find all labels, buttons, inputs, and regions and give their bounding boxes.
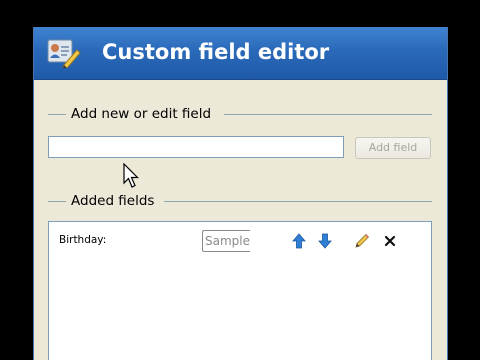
add-field-button[interactable]: Add field — [355, 137, 431, 159]
add-section-heading: Add new or edit field — [71, 106, 212, 122]
field-name-input[interactable] — [48, 136, 344, 158]
edit-pencil-icon[interactable] — [354, 233, 370, 249]
list-item: Birthday: Sample — [49, 222, 431, 262]
section-divider-right — [224, 114, 432, 115]
added-fields-heading: Added fields — [71, 193, 155, 209]
delete-x-icon[interactable] — [382, 233, 398, 249]
added-fields-list: Birthday: Sample — [48, 221, 432, 360]
section-divider-right — [164, 201, 432, 202]
section-divider-left — [48, 201, 66, 202]
title-bar: Custom field editor — [34, 27, 447, 80]
window-title: Custom field editor — [102, 40, 330, 64]
contact-card-edit-icon — [47, 39, 81, 68]
custom-field-editor-window: Custom field editor Add new or edit fiel… — [33, 27, 448, 360]
mouse-pointer-icon — [123, 163, 139, 188]
move-up-icon[interactable] — [291, 233, 307, 249]
section-divider-left — [48, 114, 66, 115]
field-label: Birthday: — [59, 234, 107, 246]
move-down-icon[interactable] — [317, 233, 333, 249]
sample-text: Sample — [205, 234, 250, 248]
field-sample-preview: Sample — [202, 230, 250, 252]
